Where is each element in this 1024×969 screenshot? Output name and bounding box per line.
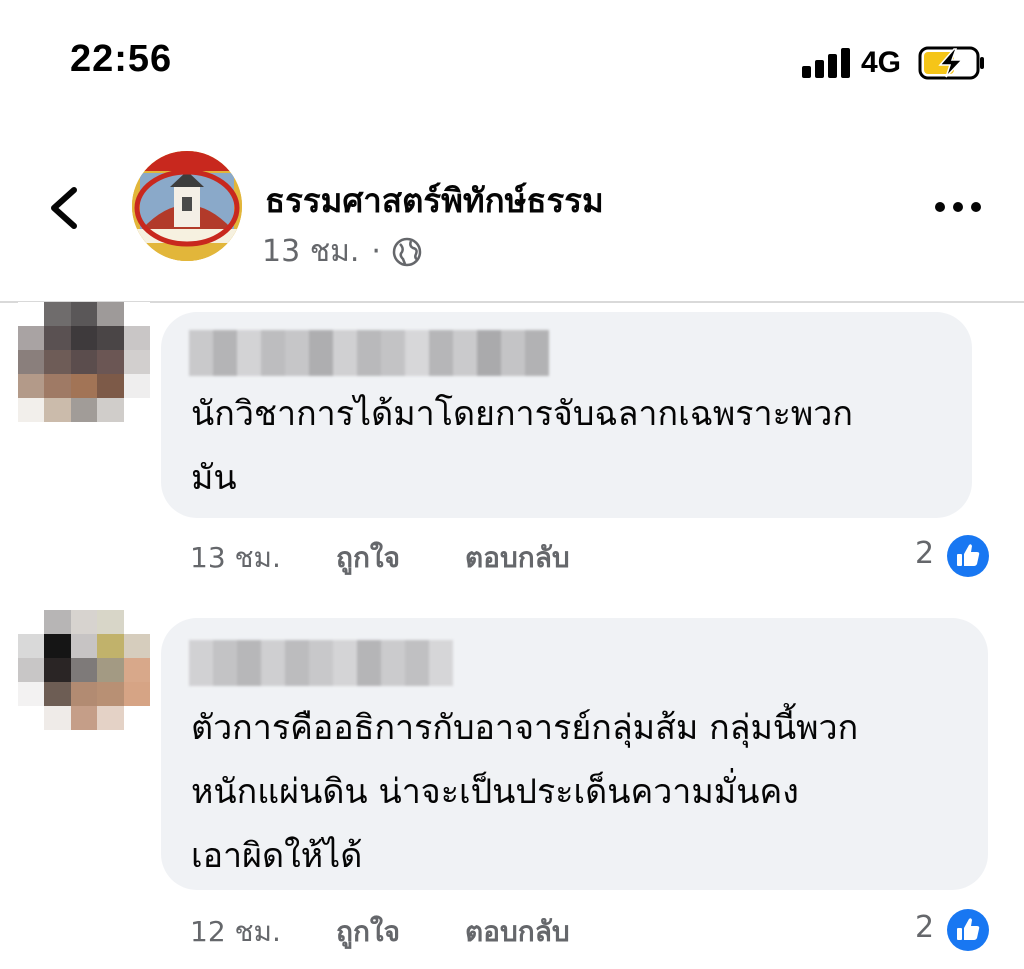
more-options-button[interactable] bbox=[930, 192, 986, 222]
status-bar: 22:56 4G bbox=[0, 0, 1024, 120]
status-time: 22:56 bbox=[70, 38, 173, 80]
comment-actions: 13 ชม. ถูกใจ ตอบกลับ 2 bbox=[0, 530, 1024, 580]
comment-actions: 12 ชม. ถูกใจ ตอบกลับ 2 bbox=[0, 904, 1024, 954]
page-avatar[interactable] bbox=[132, 151, 242, 261]
post-header: ธรรมศาสตร์พิทักษ์ธรรม 13 ชม. · bbox=[0, 130, 1024, 302]
comment-text: ตัวการคืออธิการกับอาจารย์กลุ่มส้ม กลุ่มน… bbox=[191, 708, 859, 876]
commenter-avatar[interactable] bbox=[18, 302, 150, 422]
battery-charging-icon bbox=[918, 46, 984, 80]
commenter-name-blurred[interactable] bbox=[189, 640, 453, 686]
reply-button[interactable]: ตอบกลับ bbox=[465, 536, 570, 580]
reply-button[interactable]: ตอบกลับ bbox=[465, 910, 570, 954]
comment-time[interactable]: 13 ชม. bbox=[190, 536, 281, 580]
post-meta: 13 ชม. · bbox=[262, 228, 423, 275]
thumbs-up-icon[interactable] bbox=[946, 534, 990, 578]
page-name[interactable]: ธรรมศาสตร์พิทักษ์ธรรม bbox=[265, 174, 604, 227]
commenter-avatar[interactable] bbox=[18, 610, 150, 730]
commenter-name-blurred[interactable] bbox=[189, 330, 549, 376]
comment-bubble[interactable]: นักวิชาการได้มาโดยการจับฉลากเฉพราะพวก มั… bbox=[161, 312, 972, 518]
like-button[interactable]: ถูกใจ bbox=[336, 910, 400, 954]
comment-bubble[interactable]: ตัวการคืออธิการกับอาจารย์กลุ่มส้ม กลุ่มน… bbox=[161, 618, 988, 890]
back-button[interactable] bbox=[40, 182, 92, 234]
thumbs-up-icon[interactable] bbox=[946, 908, 990, 952]
post-time[interactable]: 13 ชม. bbox=[262, 228, 359, 275]
page-logo-image bbox=[132, 151, 242, 261]
like-button[interactable]: ถูกใจ bbox=[336, 536, 400, 580]
comment-text: นักวิชาการได้มาโดยการจับฉลากเฉพราะพวก มั… bbox=[191, 394, 853, 498]
globe-icon bbox=[392, 237, 422, 266]
comment-time[interactable]: 12 ชม. bbox=[190, 910, 281, 954]
cellular-signal-icon bbox=[802, 48, 850, 78]
meta-separator: · bbox=[371, 234, 381, 269]
network-type-label: 4G bbox=[861, 46, 902, 79]
header-divider bbox=[0, 301, 1024, 303]
like-count[interactable]: 2 bbox=[915, 910, 934, 945]
like-count[interactable]: 2 bbox=[915, 536, 934, 571]
